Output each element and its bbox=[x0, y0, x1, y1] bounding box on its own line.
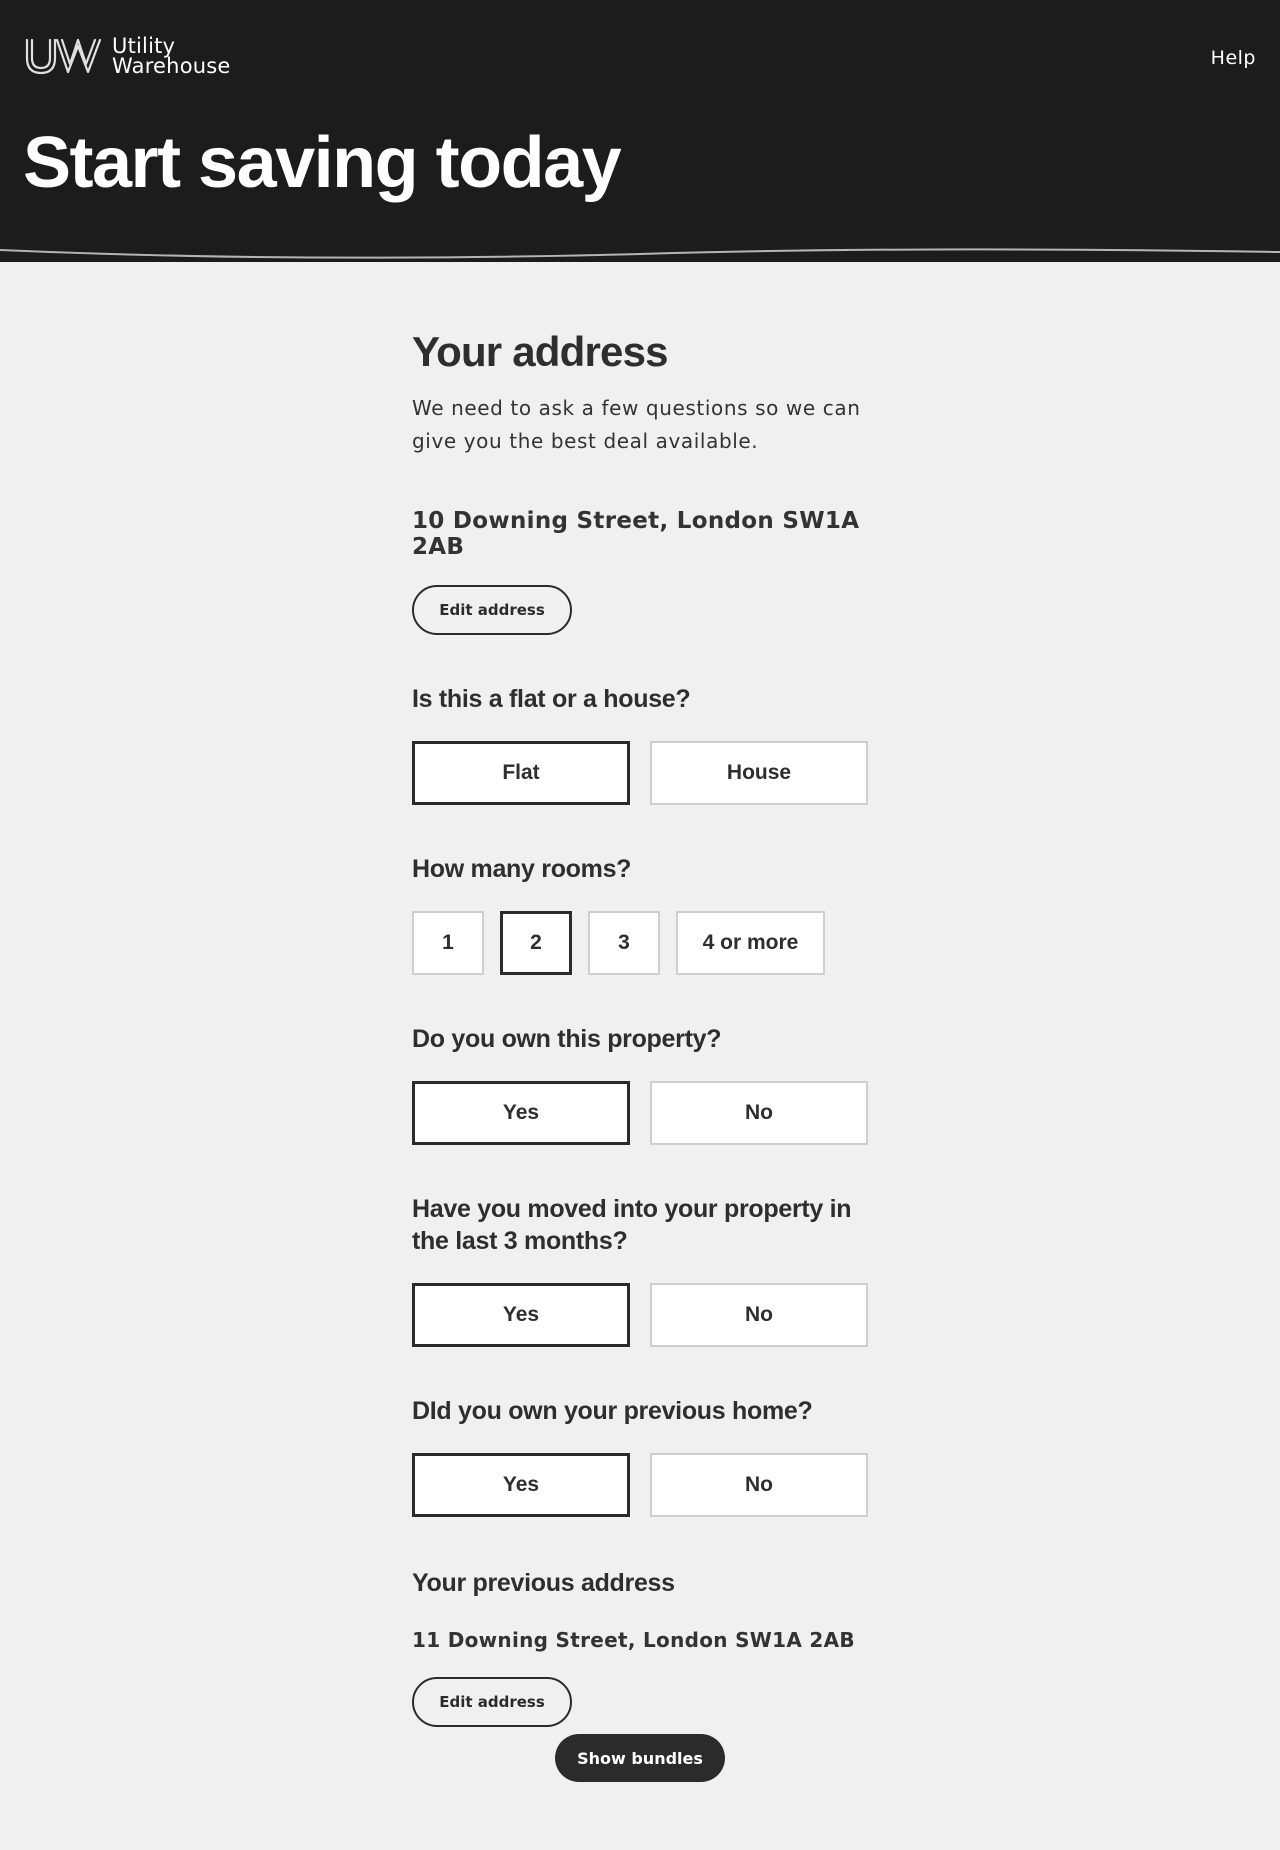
logo-wordmark: Utility Warehouse bbox=[112, 34, 231, 78]
edit-previous-address-button[interactable]: Edit address bbox=[412, 1677, 572, 1727]
page-header: Utility Warehouse Help Start saving toda… bbox=[0, 0, 1280, 262]
logo-line-1: Utility bbox=[112, 34, 176, 58]
option-group: Yes No bbox=[412, 1081, 892, 1145]
show-bundles-button[interactable]: Show bundles bbox=[555, 1734, 725, 1782]
question-rooms: How many rooms? 1 2 3 4 or more bbox=[412, 853, 892, 975]
option-no[interactable]: No bbox=[650, 1453, 868, 1517]
section-title: Your address bbox=[412, 328, 669, 375]
edit-address-button[interactable]: Edit address bbox=[412, 585, 572, 635]
question-label: Have you moved into your property in the… bbox=[412, 1195, 852, 1255]
question-label: Is this a flat or a house? bbox=[412, 685, 691, 713]
option-yes[interactable]: Yes bbox=[412, 1453, 630, 1517]
previous-address: 11 Downing Street, London SW1A 2AB bbox=[412, 1628, 855, 1652]
question-own-property: Do you own this property? Yes No bbox=[412, 1023, 892, 1145]
intro-text: We need to ask a few questions so we can… bbox=[412, 396, 861, 453]
address-form: Your address We need to ask a few questi… bbox=[412, 328, 892, 1727]
option-rooms-4-or-more[interactable]: 4 or more bbox=[676, 911, 825, 975]
option-no[interactable]: No bbox=[650, 1283, 868, 1347]
header-wave-divider bbox=[0, 238, 1280, 259]
option-rooms-3[interactable]: 3 bbox=[588, 911, 660, 975]
question-property-type: Is this a flat or a house? Flat House bbox=[412, 683, 892, 805]
option-house[interactable]: House bbox=[650, 741, 868, 805]
option-rooms-2[interactable]: 2 bbox=[500, 911, 572, 975]
option-group: 1 2 3 4 or more bbox=[412, 911, 892, 975]
hero-title: Start saving today bbox=[23, 123, 622, 203]
logo-line-2: Warehouse bbox=[112, 54, 231, 78]
option-no[interactable]: No bbox=[650, 1081, 868, 1145]
question-label: Do you own this property? bbox=[412, 1025, 722, 1053]
option-rooms-1[interactable]: 1 bbox=[412, 911, 484, 975]
question-label: DId you own your previous home? bbox=[412, 1397, 813, 1425]
current-address: 10 Downing Street, London SW1A 2AB bbox=[412, 508, 860, 560]
option-group: Flat House bbox=[412, 741, 892, 805]
option-group: Yes No bbox=[412, 1453, 892, 1517]
help-link[interactable]: Help bbox=[1211, 47, 1256, 69]
uw-logo-icon bbox=[25, 38, 102, 75]
utility-warehouse-logo[interactable]: Utility Warehouse bbox=[24, 34, 231, 78]
option-flat[interactable]: Flat bbox=[412, 741, 630, 805]
previous-address-title: Your previous address bbox=[412, 1569, 675, 1597]
question-moved-recently: Have you moved into your property in the… bbox=[412, 1193, 892, 1347]
option-group: Yes No bbox=[412, 1283, 892, 1347]
option-yes[interactable]: Yes bbox=[412, 1081, 630, 1145]
question-owned-previous: DId you own your previous home? Yes No bbox=[412, 1395, 892, 1517]
option-yes[interactable]: Yes bbox=[412, 1283, 630, 1347]
question-label: How many rooms? bbox=[412, 855, 632, 883]
